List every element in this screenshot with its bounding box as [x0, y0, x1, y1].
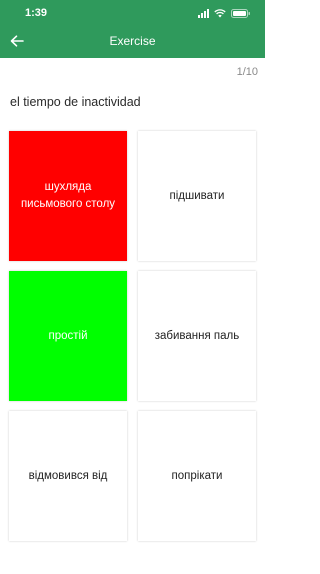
progress-counter: 1/10 [236, 66, 258, 78]
answer-option-label: підшивати [169, 189, 225, 202]
answer-option-6[interactable]: попрікати [138, 411, 256, 541]
answer-option-label: забивання паль [154, 329, 240, 342]
battery-icon [231, 8, 251, 18]
question-prompt: el tiempo de inactividad [10, 95, 141, 109]
status-time: 1:39 [25, 7, 48, 19]
answer-option-1[interactable]: шухляда письмового столу [9, 131, 127, 261]
answer-option-label: відмовився від [28, 469, 108, 482]
status-icons [198, 8, 251, 18]
answer-option-2[interactable]: підшивати [138, 131, 256, 261]
answer-option-3[interactable]: простій [9, 271, 127, 401]
page-title: Exercise [109, 34, 156, 48]
signal-icon [198, 8, 209, 18]
wifi-icon [214, 8, 226, 18]
answer-option-4[interactable]: забивання паль [138, 271, 256, 401]
answer-option-5[interactable]: відмовився від [9, 411, 127, 541]
answer-option-label: попрікати [171, 469, 223, 482]
answer-option-label: шухляда письмового столу [20, 181, 116, 210]
status-bar: 1:39 [0, 0, 265, 26]
app-header: 1:39 Exercise [0, 0, 265, 58]
answer-option-label: простій [48, 329, 88, 342]
